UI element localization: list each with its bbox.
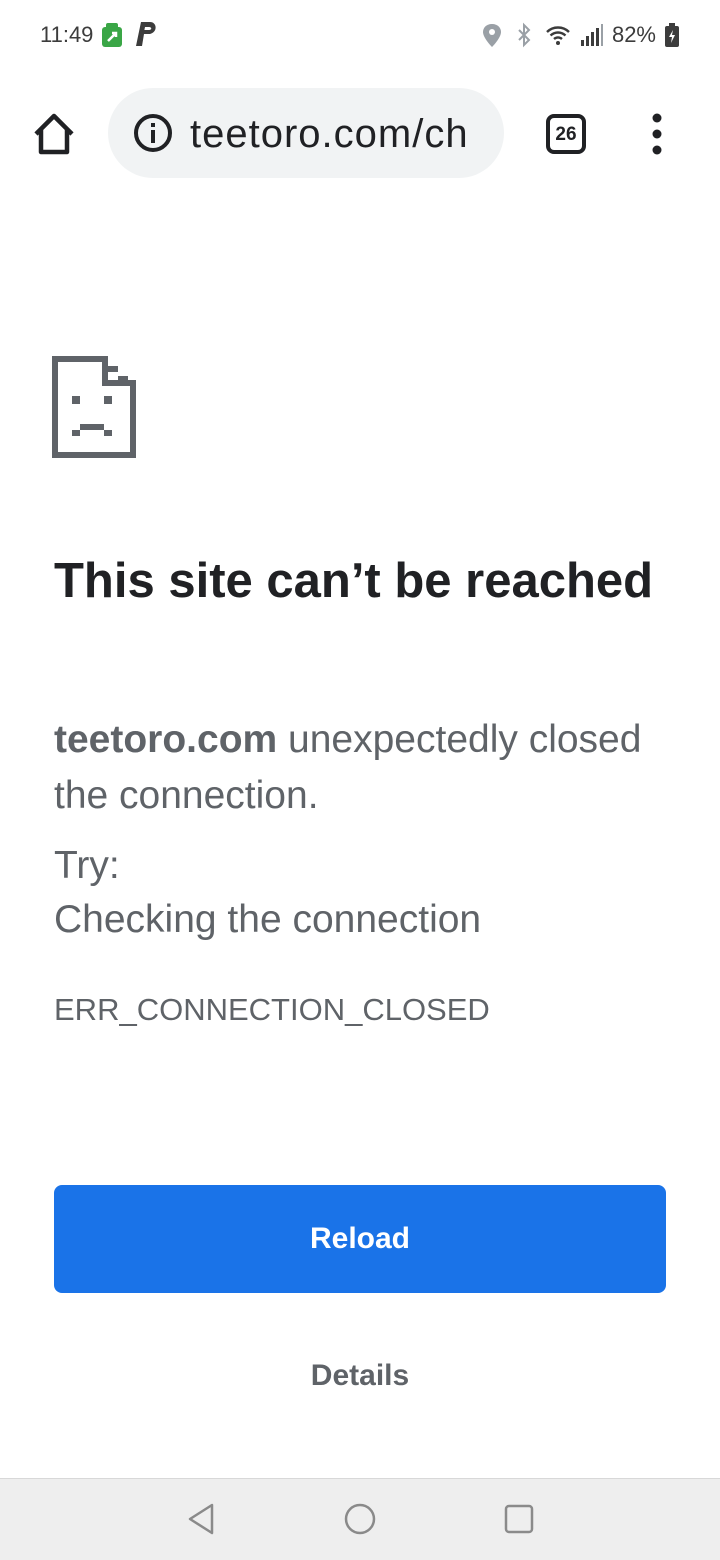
app-notification-icon [102,23,122,47]
signal-icon [580,24,603,46]
status-time: 11:49 [40,22,94,47]
nav-home-icon[interactable] [342,1501,378,1537]
status-icons: 82% [480,20,680,50]
details-label: Details [310,1359,410,1392]
error-title: This site can’t be reached [54,554,654,608]
tab-switcher-button[interactable]: 26 [546,114,586,154]
sad-page-icon [52,356,136,458]
browser-toolbar: teetoro.com/ch 26 [0,84,720,180]
reload-button[interactable]: Reload [54,1185,666,1293]
error-code: ERR_CONNECTION_CLOSED [54,992,490,1027]
tab-count: 26 [555,123,577,145]
error-description: teetoro.com unexpectedly closed the conn… [54,712,674,824]
try-label: Try: [54,844,120,887]
navigation-bar [0,1478,720,1560]
home-icon[interactable] [28,108,80,160]
reload-label: Reload [309,1222,411,1255]
wifi-icon [546,26,570,45]
battery-icon [665,23,679,47]
info-icon[interactable] [132,112,174,154]
back-icon[interactable] [184,1501,218,1537]
status-bar: 11:49 82% [0,0,720,72]
location-icon [482,24,501,47]
error-domain: teetoro.com [54,718,278,761]
details-button[interactable]: Details [260,1346,460,1406]
url-text[interactable]: teetoro.com/ch [190,112,469,157]
address-bar[interactable]: teetoro.com/ch [108,88,504,178]
more-options-icon[interactable] [644,112,670,156]
recent-apps-icon[interactable] [502,1501,536,1537]
parking-app-icon [136,22,156,46]
battery-percent: 82% [611,22,656,47]
bluetooth-icon [518,22,531,48]
suggestion-item: Checking the connection [54,898,482,941]
